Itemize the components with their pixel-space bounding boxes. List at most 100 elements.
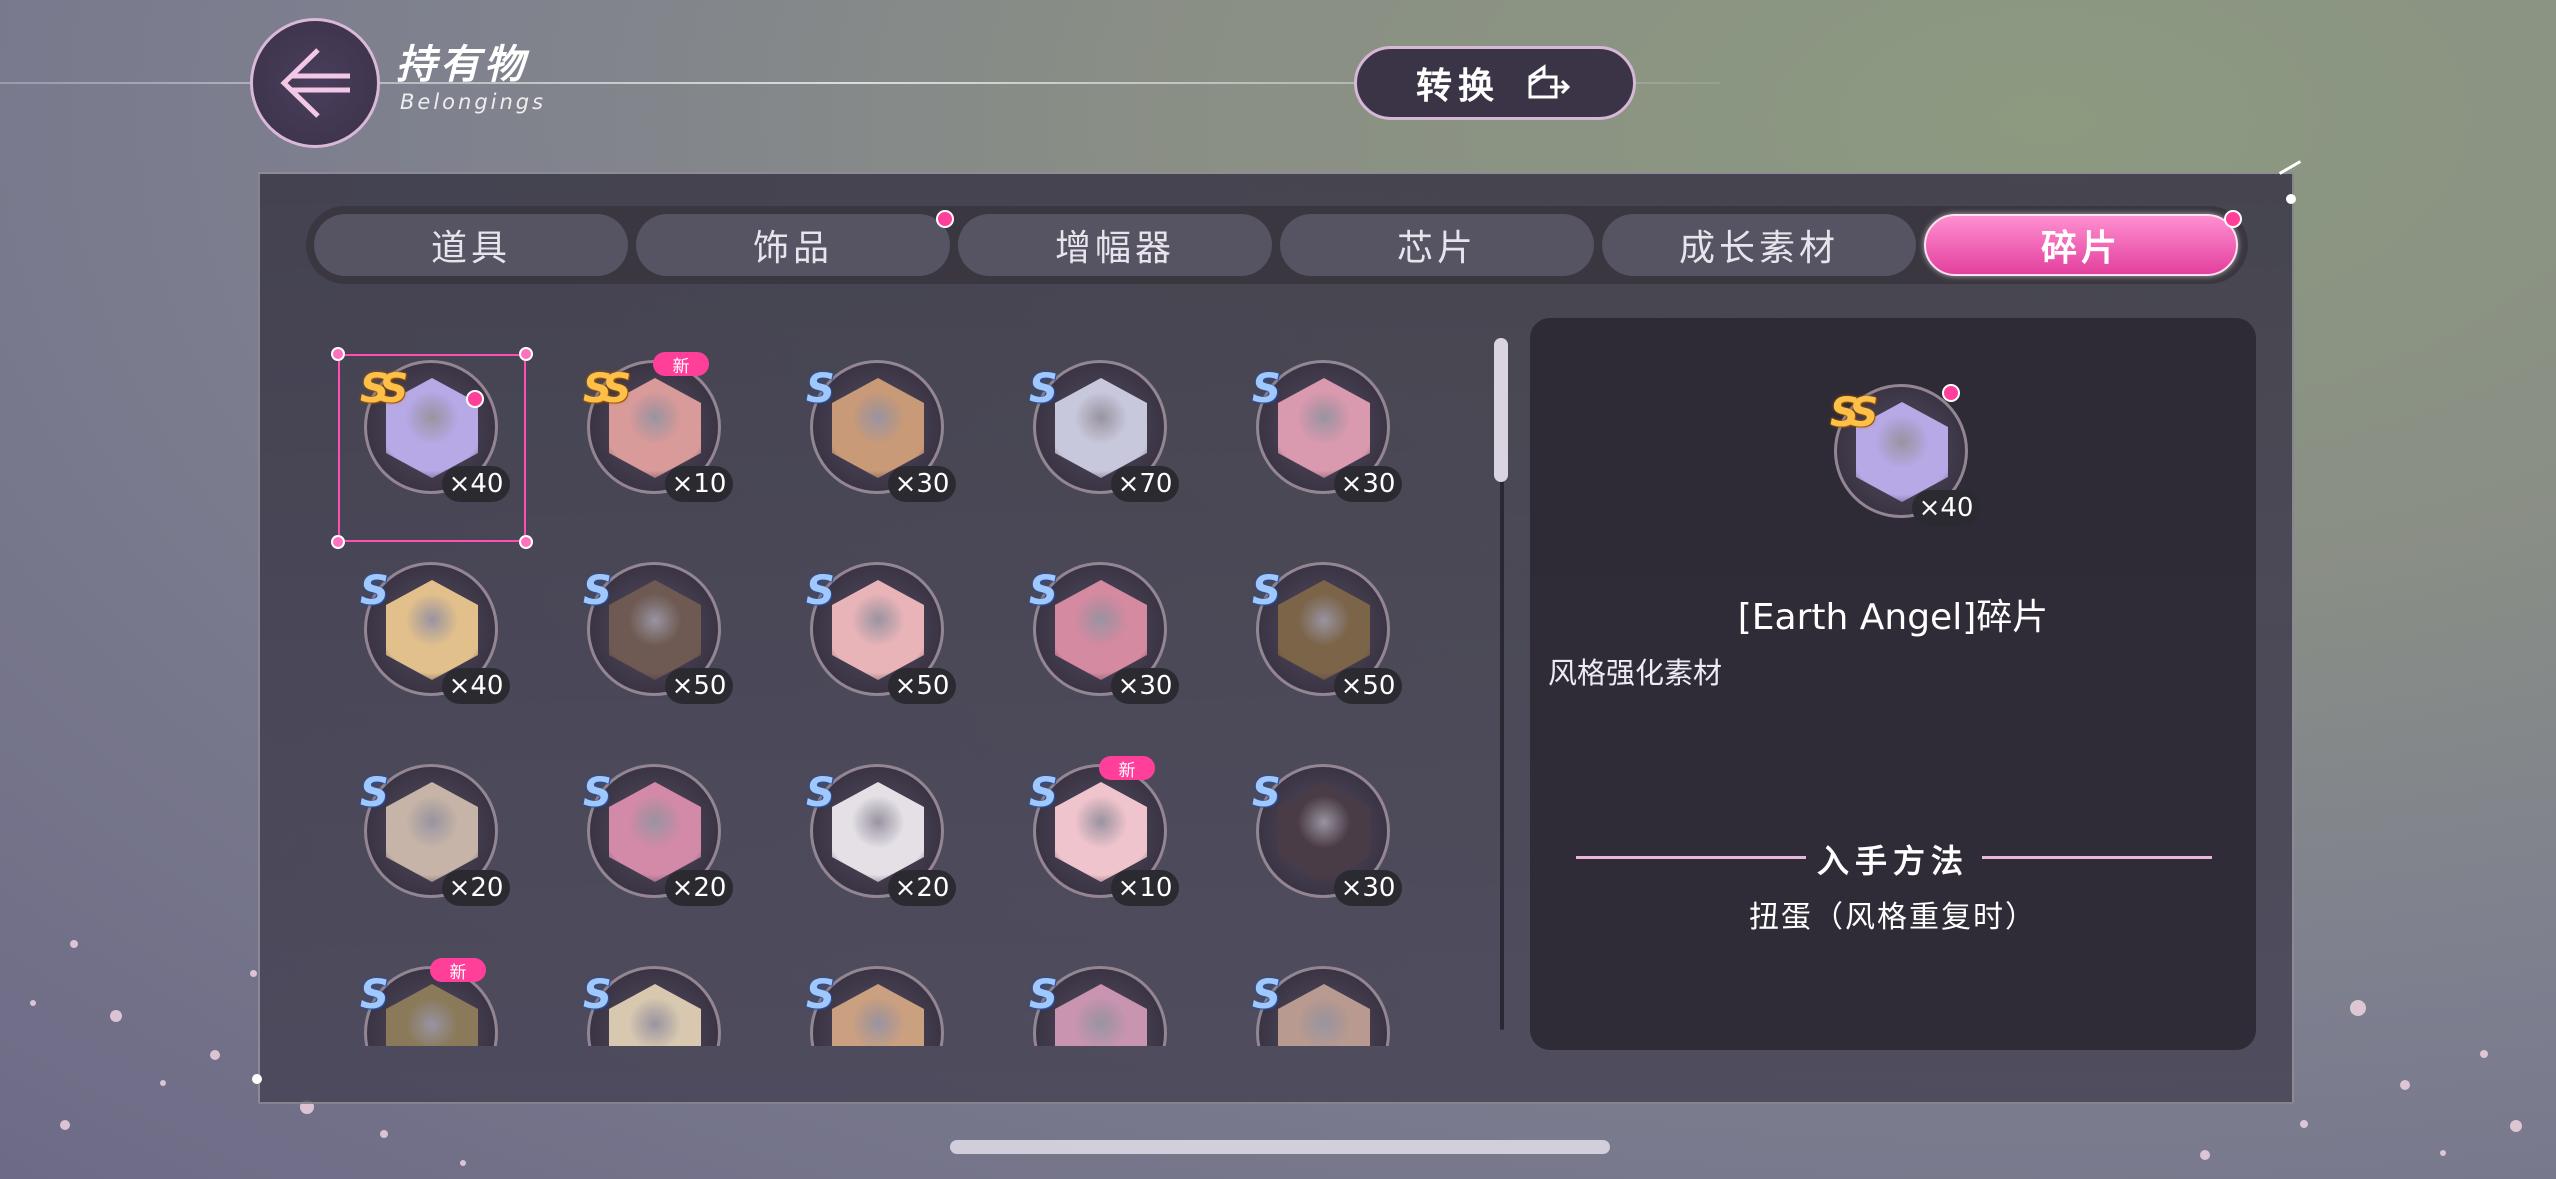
shard-item[interactable]: S ×50 xyxy=(772,532,956,712)
new-badge: 新 xyxy=(1099,756,1155,781)
notification-dot xyxy=(466,390,484,408)
rank-icon: S xyxy=(806,366,835,412)
item-count: ×50 xyxy=(1334,668,1402,704)
shard-item[interactable]: S xyxy=(772,936,952,1046)
item-count: ×40 xyxy=(442,668,510,704)
convert-button-label: 转换 xyxy=(1415,66,1500,107)
rank-icon: S xyxy=(1029,770,1058,816)
shard-item[interactable]: S新 xyxy=(326,936,506,1046)
shard-item[interactable]: S ×30 xyxy=(995,532,1179,712)
item-count: ×20 xyxy=(442,870,510,906)
sparkle xyxy=(70,940,78,948)
tab-notification-dot xyxy=(2224,210,2242,228)
tab-2[interactable]: 饰品 xyxy=(636,214,950,276)
tab-5[interactable]: 成长素材 xyxy=(1602,214,1916,276)
sparkle xyxy=(2300,1120,2308,1128)
rank-icon: S xyxy=(806,972,835,1018)
rank-icon: S xyxy=(360,770,389,816)
item-count: ×30 xyxy=(1334,870,1402,906)
convert-button[interactable]: 转换 xyxy=(1354,46,1636,120)
notification-dot xyxy=(1942,384,1960,402)
sparkle xyxy=(2400,1080,2410,1090)
shard-item[interactable]: SS ×40 xyxy=(326,330,533,549)
tab-4[interactable]: 芯片 xyxy=(1280,214,1594,276)
rank-icon: S xyxy=(360,568,389,614)
item-count: ×40 xyxy=(442,466,510,502)
shard-item[interactable]: S ×30 xyxy=(772,330,956,510)
shard-item[interactable]: S 新 ×10 xyxy=(995,734,1179,914)
sparkle xyxy=(30,1000,36,1006)
rank-icon: S xyxy=(1029,568,1058,614)
item-type: 风格强化素材 xyxy=(1548,656,1723,690)
rank-icon: S xyxy=(1252,770,1281,816)
rank-icon: SS xyxy=(1830,390,1878,436)
shard-item[interactable]: S ×30 xyxy=(1218,734,1402,914)
page-subtitle: Belongings xyxy=(400,90,547,114)
shard-item[interactable]: S ×70 xyxy=(995,330,1179,510)
item-count: ×50 xyxy=(888,668,956,704)
shard-item[interactable]: S xyxy=(1218,936,1398,1046)
rank-icon: SS xyxy=(583,366,631,412)
home-indicator[interactable] xyxy=(950,1140,1610,1154)
rank-icon: S xyxy=(1029,366,1058,412)
detail-item-icon: SS ×40 xyxy=(1796,354,1980,534)
new-badge: 新 xyxy=(430,958,486,983)
tab-1[interactable]: 道具 xyxy=(314,214,628,276)
sparkle xyxy=(110,1010,122,1022)
rank-icon: S xyxy=(583,972,612,1018)
rank-icon: SS xyxy=(360,366,408,412)
new-badge: 新 xyxy=(653,352,709,377)
scrollbar-thumb[interactable] xyxy=(1494,338,1508,482)
back-button[interactable] xyxy=(250,18,380,148)
shard-item[interactable]: S ×20 xyxy=(772,734,956,914)
item-count: ×30 xyxy=(1111,668,1179,704)
export-icon xyxy=(1528,64,1571,99)
shard-item[interactable]: SS 新 ×10 xyxy=(549,330,733,510)
item-grid: SS ×40 SS 新 ×10 S ×30 S ×70 S ×30 S ×40 S ×50 S ×50 S ×30 S… xyxy=(326,330,1450,1046)
shard-item[interactable]: S ×20 xyxy=(549,734,733,914)
item-name: [Earth Angel]碎片 xyxy=(1737,597,2049,638)
sparkle xyxy=(2510,1120,2522,1132)
tab-3[interactable]: 增幅器 xyxy=(958,214,1272,276)
sparkle xyxy=(2350,1000,2366,1016)
shard-item[interactable]: S ×30 xyxy=(1218,330,1402,510)
shard-item[interactable]: S ×40 xyxy=(326,532,510,712)
sparkle xyxy=(160,1080,166,1086)
shard-item[interactable]: S ×20 xyxy=(326,734,510,914)
item-count: ×20 xyxy=(888,870,956,906)
selection-corner xyxy=(331,347,345,361)
panel-corner-dot xyxy=(2286,194,2296,204)
rank-icon: S xyxy=(806,770,835,816)
sparkle xyxy=(2480,1050,2488,1058)
item-count: ×40 xyxy=(1912,490,1980,526)
sparkle xyxy=(210,1050,220,1060)
selection-corner xyxy=(519,535,533,549)
page-title: 持有物 xyxy=(396,42,528,88)
panel-corner-dot xyxy=(252,1074,262,1084)
shard-item[interactable]: S ×50 xyxy=(549,532,733,712)
rank-icon: S xyxy=(360,972,389,1018)
sparkle xyxy=(460,1160,466,1166)
item-count: ×10 xyxy=(665,466,733,502)
tab-notification-dot xyxy=(936,210,954,228)
obtain-method-text: 扭蛋（风格重复时） xyxy=(1749,900,2037,935)
rank-icon: S xyxy=(583,568,612,614)
rank-icon: S xyxy=(1252,568,1281,614)
back-arrow-icon xyxy=(280,48,350,118)
item-count: ×30 xyxy=(1334,466,1402,502)
rank-icon: S xyxy=(1252,366,1281,412)
sparkle xyxy=(380,1130,388,1138)
item-count: ×50 xyxy=(665,668,733,704)
item-count: ×70 xyxy=(1111,466,1179,502)
tab-6[interactable]: 碎片 xyxy=(1924,214,2238,276)
shard-item[interactable]: S ×50 xyxy=(1218,532,1402,712)
sparkle xyxy=(2440,1150,2446,1156)
sparkle xyxy=(250,970,257,977)
sparkle xyxy=(2200,1150,2210,1160)
sparkle xyxy=(60,1120,70,1130)
shard-item[interactable]: S xyxy=(549,936,729,1046)
shard-item[interactable]: S xyxy=(995,936,1175,1046)
obtain-method-heading: 入手方法 xyxy=(1816,842,1969,880)
item-count: ×30 xyxy=(888,466,956,502)
rank-icon: S xyxy=(806,568,835,614)
